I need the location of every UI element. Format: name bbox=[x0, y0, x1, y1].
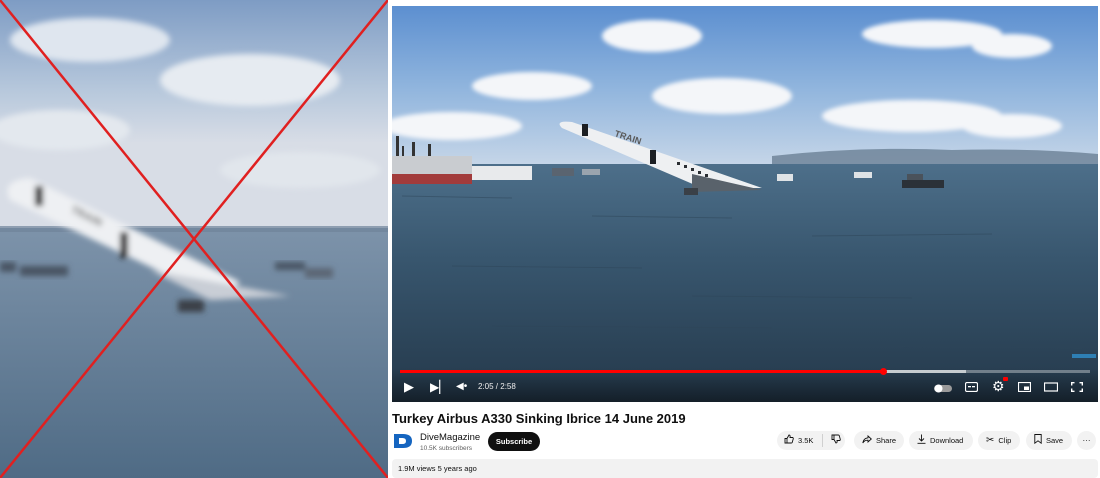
subscriber-count: 10.5K subscribers bbox=[420, 445, 473, 452]
more-icon: ··· bbox=[1082, 436, 1091, 445]
save-button[interactable]: Save bbox=[1026, 431, 1072, 450]
thumbs-up-icon bbox=[784, 434, 794, 447]
next-icon[interactable]: ▶▏ bbox=[430, 379, 448, 395]
dislike-button[interactable] bbox=[823, 434, 845, 447]
channel-name[interactable]: DiveMagazine bbox=[420, 432, 480, 443]
thumbs-down-icon bbox=[831, 434, 841, 447]
scissors-icon: ✂ bbox=[986, 435, 995, 446]
like-count: 3.5K bbox=[798, 436, 814, 445]
subtitles-icon[interactable] bbox=[964, 380, 979, 396]
theater-icon[interactable] bbox=[1043, 380, 1059, 396]
description-box[interactable]: 1.9M views 5 years ago bbox=[392, 459, 1098, 478]
fake-image: TRAIN bbox=[0, 0, 388, 478]
progress-bar[interactable] bbox=[400, 368, 1090, 375]
video-page: TRAIN ▶ ▶▏ ◀• 2:05 / 2:58 ⚙ Turkey Airbu… bbox=[392, 6, 1098, 478]
clip-button[interactable]: ✂ Clip bbox=[978, 431, 1020, 450]
video-player[interactable]: TRAIN ▶ ▶▏ ◀• 2:05 / 2:58 ⚙ bbox=[392, 6, 1098, 402]
video-frame: TRAIN bbox=[392, 6, 1098, 402]
fake-image-panel: TRAIN bbox=[0, 0, 388, 478]
fullscreen-icon[interactable] bbox=[1071, 380, 1083, 396]
settings-hd-badge bbox=[1003, 377, 1008, 381]
share-icon bbox=[862, 434, 872, 447]
download-icon bbox=[917, 434, 926, 447]
like-button[interactable]: 3.5K bbox=[777, 434, 823, 447]
progress-scrubber[interactable] bbox=[880, 368, 887, 375]
share-button[interactable]: Share bbox=[854, 431, 904, 450]
channel-logo[interactable] bbox=[394, 434, 412, 448]
play-icon[interactable]: ▶ bbox=[404, 379, 414, 395]
bookmark-icon bbox=[1034, 434, 1042, 447]
miniplayer-icon[interactable] bbox=[1017, 380, 1032, 396]
views-and-date: 1.9M views 5 years ago bbox=[398, 464, 477, 473]
save-label: Save bbox=[1046, 436, 1064, 445]
progress-played bbox=[400, 370, 883, 373]
progress-buffered bbox=[883, 370, 966, 373]
download-button[interactable]: Download bbox=[909, 431, 973, 450]
download-label: Download bbox=[930, 436, 964, 445]
time-display: 2:05 / 2:58 bbox=[478, 382, 516, 391]
more-actions-button[interactable]: ··· bbox=[1077, 431, 1096, 450]
player-controls: ▶ ▶▏ ◀• 2:05 / 2:58 ⚙ bbox=[392, 368, 1098, 402]
share-label: Share bbox=[876, 436, 897, 445]
video-title: Turkey Airbus A330 Sinking Ibrice 14 Jun… bbox=[392, 411, 686, 426]
like-dislike-group: 3.5K bbox=[777, 431, 845, 450]
clip-label: Clip bbox=[998, 436, 1012, 445]
volume-icon[interactable]: ◀• bbox=[456, 379, 467, 395]
subscribe-button[interactable]: Subscribe bbox=[488, 432, 540, 451]
autoplay-toggle-icon[interactable] bbox=[934, 381, 952, 397]
